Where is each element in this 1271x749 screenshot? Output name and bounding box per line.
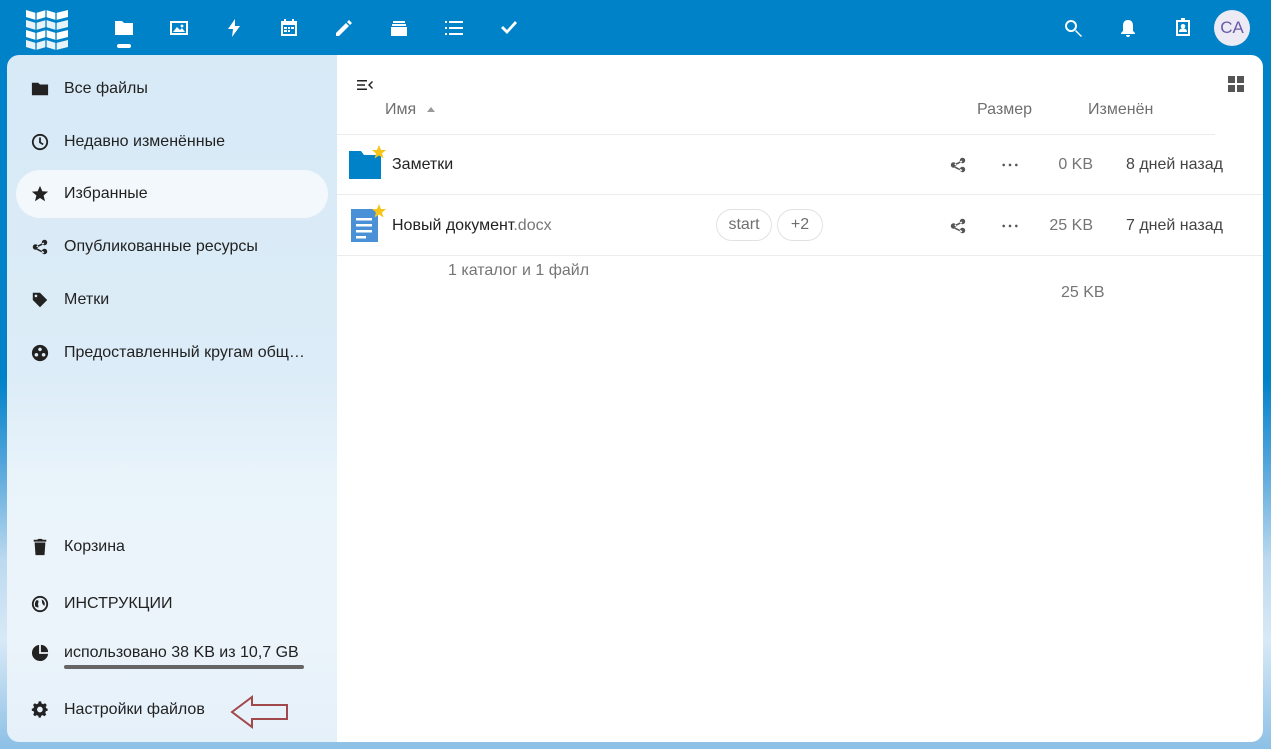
table-row[interactable]: Заметки 0 KB 8 дней назад: [337, 135, 1263, 195]
folder-icon: [16, 80, 64, 98]
gear-icon: [16, 701, 64, 719]
sidebar-item-label: Предоставленный кругам общ…: [64, 344, 305, 361]
file-basename: Новый документ: [392, 217, 514, 234]
sidebar-item-recent[interactable]: Недавно изменённые: [16, 118, 328, 166]
sidebar-item-favorites[interactable]: Избранные: [16, 170, 328, 218]
notes-app-icon[interactable]: [316, 0, 371, 55]
toggle-navigation-icon[interactable]: [355, 75, 375, 95]
share-icon[interactable]: [943, 211, 973, 241]
header-size[interactable]: Размер: [977, 101, 1032, 119]
star-icon: [16, 185, 64, 203]
more-actions-icon[interactable]: [995, 211, 1025, 241]
deck-app-icon[interactable]: [371, 0, 426, 55]
file-size: 0 KB: [1058, 156, 1093, 173]
folder-icon: [349, 145, 386, 179]
share-icon: [16, 238, 64, 256]
activity-app-icon[interactable]: [206, 0, 261, 55]
more-actions-icon[interactable]: [995, 150, 1025, 180]
app-menu: [96, 0, 536, 55]
header-modified[interactable]: Изменён: [1088, 101, 1153, 119]
search-icon[interactable]: [1045, 0, 1100, 55]
sidebar-item-label: Опубликованные ресурсы: [64, 238, 258, 255]
sidebar-item-label: Корзина: [64, 538, 125, 555]
pie-icon: [16, 644, 64, 662]
table-row[interactable]: Новый документ.docx start +2 25 KB 7 дне…: [337, 196, 1263, 256]
checkmark-app-icon[interactable]: [481, 0, 536, 55]
sidebar-item-instructions[interactable]: ИНСТРУКЦИИ: [16, 580, 328, 628]
sidebar-item-tags[interactable]: Метки: [16, 276, 328, 324]
file-modified: 7 дней назад: [1126, 217, 1223, 234]
sidebar: Все файлы Недавно изменённые Избранные О…: [7, 55, 337, 742]
bell-icon[interactable]: [1100, 0, 1155, 55]
header-name[interactable]: Имя: [385, 101, 435, 119]
top-bar: CA: [0, 0, 1271, 55]
sidebar-item-label: Метки: [64, 291, 110, 308]
sort-ascending-icon: [426, 107, 435, 113]
arrow-annotation-icon: [230, 695, 288, 729]
file-modified: 8 дней назад: [1126, 156, 1223, 173]
more-tags-badge[interactable]: +2: [777, 209, 823, 241]
header-name-label: Имя: [385, 101, 417, 118]
file-name[interactable]: Заметки: [392, 156, 453, 174]
avatar[interactable]: CA: [1214, 9, 1250, 46]
sidebar-item-label: Недавно изменённые: [64, 133, 225, 150]
file-size: 25 KB: [1049, 217, 1093, 234]
quota-label: использовано 38 KB из 10,7 GB: [64, 644, 299, 661]
tag-badge[interactable]: start: [716, 209, 772, 241]
file-basename: Заметки: [392, 156, 454, 173]
header-right: CA: [1045, 0, 1271, 55]
sidebar-item-all-files[interactable]: Все файлы: [16, 65, 328, 113]
calendar-app-icon[interactable]: [261, 0, 316, 55]
file-name[interactable]: Новый документ.docx: [392, 217, 552, 235]
sidebar-item-circles[interactable]: Предоставленный кругам общ…: [16, 329, 328, 377]
summary-size: 25 KB: [1061, 284, 1105, 301]
photos-app-icon[interactable]: [151, 0, 206, 55]
sidebar-item-label: Все файлы: [64, 80, 148, 97]
tag-icon: [16, 291, 64, 309]
sidebar-item-quota[interactable]: использовано 38 KB из 10,7 GB: [16, 629, 328, 677]
sidebar-item-label: ИНСТРУКЦИИ: [64, 595, 173, 612]
file-list-main: Имя Размер Изменён Заметки 0 KB 8 дней н…: [337, 55, 1263, 742]
globe-icon: [16, 595, 64, 613]
circles-icon: [16, 344, 64, 362]
sidebar-item-label: Настройки файлов: [64, 701, 205, 718]
files-app-icon[interactable]: [96, 0, 151, 55]
clock-icon: [16, 133, 64, 151]
grid-view-icon[interactable]: [1227, 75, 1245, 93]
contacts-icon[interactable]: [1155, 0, 1210, 55]
sidebar-item-label: Избранные: [64, 185, 148, 202]
cloud-logo-icon[interactable]: [24, 8, 70, 50]
quota-progress-bar: [64, 665, 304, 669]
tasks-app-icon[interactable]: [426, 0, 481, 55]
summary-count: 1 каталог и 1 файл: [448, 262, 590, 279]
sidebar-item-trash[interactable]: Корзина: [16, 523, 328, 571]
trash-icon: [16, 538, 64, 556]
document-icon: [351, 204, 386, 242]
file-extension: .docx: [513, 217, 552, 234]
sidebar-item-shares[interactable]: Опубликованные ресурсы: [16, 223, 328, 271]
share-icon[interactable]: [943, 150, 973, 180]
